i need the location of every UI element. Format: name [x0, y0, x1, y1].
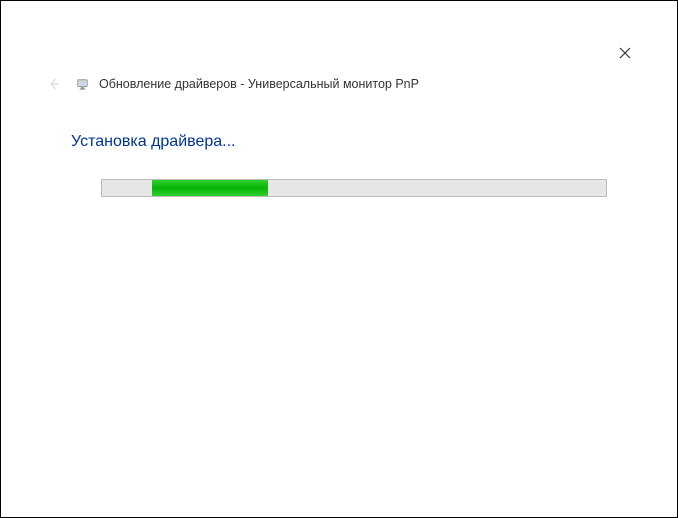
dialog-window: Обновление драйверов - Универсальный мон… [0, 0, 678, 518]
status-text: Установка драйвера... [71, 133, 607, 151]
progress-fill [152, 180, 268, 196]
close-icon [619, 47, 631, 59]
progress-bar [101, 179, 607, 197]
back-button [45, 75, 63, 93]
dialog-header: Обновление драйверов - Универсальный мон… [45, 75, 653, 93]
back-arrow-icon [47, 77, 61, 91]
dialog-title: Обновление драйверов - Универсальный мон… [99, 77, 419, 91]
dialog-content: Установка драйвера... [71, 133, 607, 197]
close-button[interactable] [617, 45, 633, 61]
monitor-icon [75, 77, 89, 91]
dialog-inner: Обновление драйверов - Универсальный мон… [25, 25, 653, 493]
